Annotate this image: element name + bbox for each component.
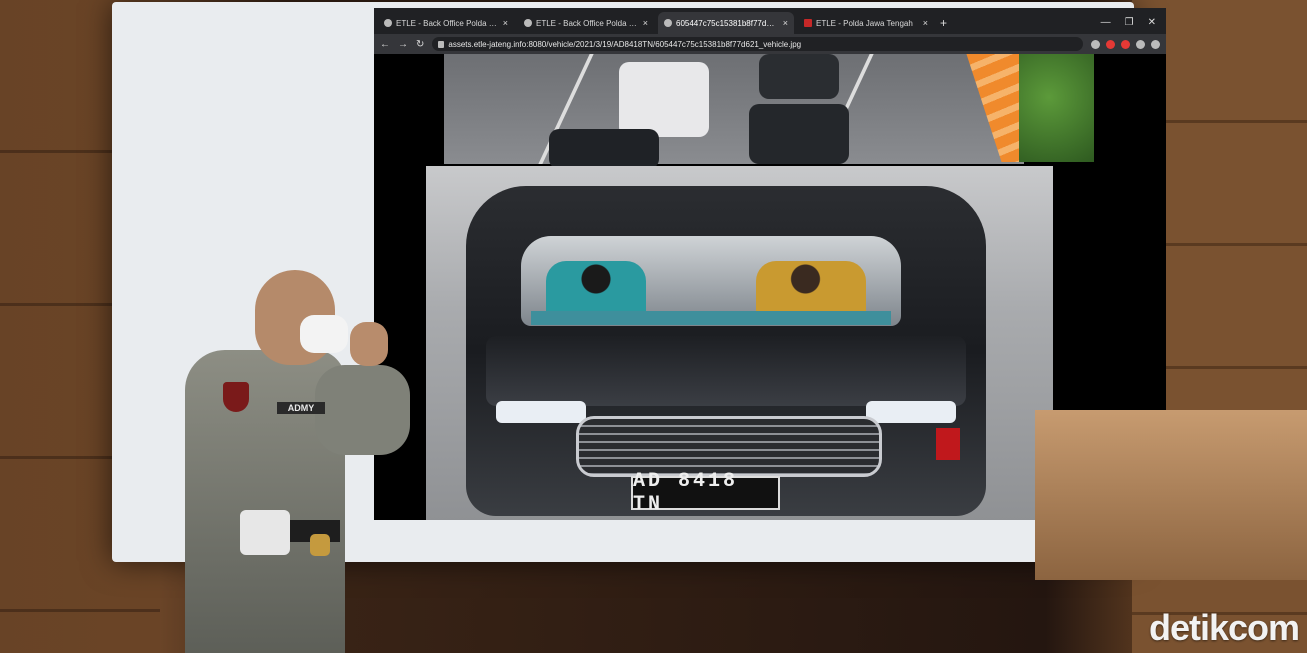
tab-label: ETLE - Polda Jawa Tengah bbox=[816, 18, 913, 28]
dashboard bbox=[531, 311, 891, 325]
globe-icon bbox=[384, 19, 392, 27]
hand bbox=[350, 322, 388, 366]
tab-bar: ETLE - Back Office Polda Jawa Te × ETLE … bbox=[374, 8, 1166, 34]
flag-icon bbox=[804, 19, 812, 27]
close-icon[interactable]: × bbox=[783, 18, 788, 28]
holster bbox=[240, 510, 290, 555]
tab-label: ETLE - Back Office Polda Jawa Te bbox=[536, 18, 639, 28]
vehicle-closeup-photo: AD 8418 TN bbox=[426, 166, 1053, 520]
trees bbox=[1019, 54, 1094, 162]
minimize-button[interactable]: — bbox=[1101, 17, 1111, 28]
address-bar[interactable]: assets.etle-jateng.info:8080/vehicle/202… bbox=[432, 37, 1083, 51]
license-plate: AD 8418 TN bbox=[631, 470, 780, 516]
extension-icon[interactable] bbox=[1121, 39, 1130, 49]
tab-label: 605447c75c15381b8f77d621_ve bbox=[676, 18, 779, 28]
side-light bbox=[936, 428, 960, 460]
reload-button[interactable]: ↻ bbox=[416, 39, 424, 50]
window-controls: — ❐ ✕ bbox=[1101, 17, 1166, 34]
maximize-button[interactable]: ❐ bbox=[1125, 17, 1134, 28]
close-window-button[interactable]: ✕ bbox=[1148, 17, 1156, 28]
hood bbox=[486, 336, 966, 406]
car bbox=[549, 129, 659, 169]
close-icon[interactable]: × bbox=[503, 18, 508, 28]
new-tab-button[interactable]: + bbox=[940, 16, 947, 30]
extensions-area bbox=[1091, 39, 1160, 49]
tab-vehicle-image[interactable]: 605447c75c15381b8f77d621_ve × bbox=[658, 12, 794, 34]
profile-avatar[interactable] bbox=[1151, 39, 1160, 49]
close-icon[interactable]: × bbox=[643, 18, 648, 28]
nametag: ADMY bbox=[277, 402, 325, 414]
globe-icon bbox=[524, 19, 532, 27]
traffic-camera-overview bbox=[444, 54, 1094, 169]
watermark: detikcom bbox=[1148, 607, 1300, 648]
shoulder-patch bbox=[223, 382, 249, 412]
tab-etle-polda[interactable]: ETLE - Polda Jawa Tengah × bbox=[798, 12, 934, 34]
car bbox=[759, 54, 839, 99]
forward-button[interactable]: → bbox=[398, 39, 408, 50]
tab-etle-back-office-1[interactable]: ETLE - Back Office Polda Jawa Te × bbox=[378, 12, 514, 34]
star-icon[interactable] bbox=[1091, 39, 1100, 49]
car bbox=[619, 62, 709, 137]
podium bbox=[1035, 410, 1307, 580]
headlamp-right bbox=[866, 401, 956, 423]
puzzle-icon[interactable] bbox=[1136, 39, 1145, 49]
extension-icon[interactable] bbox=[1106, 39, 1115, 49]
close-icon[interactable]: × bbox=[923, 18, 928, 28]
globe-icon bbox=[664, 19, 672, 27]
tab-etle-back-office-2[interactable]: ETLE - Back Office Polda Jawa Te × bbox=[518, 12, 654, 34]
browser-toolbar: ← → ↻ assets.etle-jateng.info:8080/vehic… bbox=[374, 34, 1166, 54]
arm bbox=[315, 365, 410, 455]
tab-label: ETLE - Back Office Polda Jawa Te bbox=[396, 18, 499, 28]
grille bbox=[576, 416, 882, 477]
url-text: assets.etle-jateng.info:8080/vehicle/202… bbox=[448, 39, 802, 49]
face-mask bbox=[300, 315, 348, 353]
belt-buckle bbox=[310, 534, 330, 556]
car bbox=[749, 104, 849, 164]
lock-icon bbox=[438, 40, 445, 48]
back-button[interactable]: ← bbox=[380, 39, 390, 50]
police-officer: ADMY bbox=[185, 270, 415, 653]
headlamp-left bbox=[496, 401, 586, 423]
